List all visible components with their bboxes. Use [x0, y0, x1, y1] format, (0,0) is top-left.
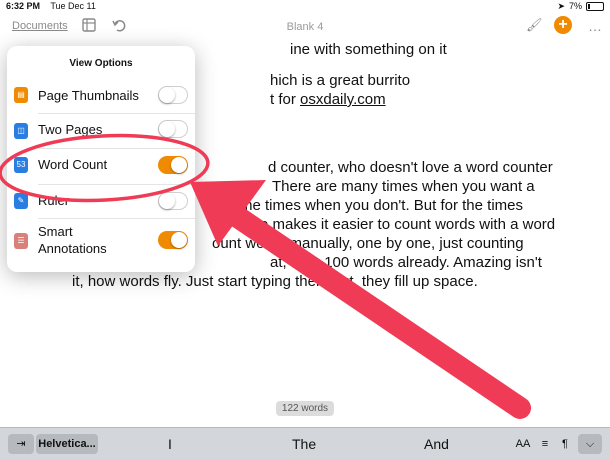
keyboard-shortcut-bar: ⇥ Helvetica... I The And AA ≡ ¶ ⌵ [0, 427, 610, 459]
word-count-icon: 53 [14, 157, 28, 173]
option-label: Word Count [38, 157, 108, 172]
ruler-toggle[interactable] [158, 192, 188, 210]
doc-line: it, how words fly. Just start typing the… [72, 273, 478, 290]
battery-percent: 7% [568, 1, 582, 11]
page-thumbnails-toggle[interactable] [158, 86, 188, 104]
status-date: Tue Dec 11 [50, 1, 96, 11]
option-word-count[interactable]: 53 Word Count [7, 150, 195, 180]
two-pages-icon: ◫ [14, 123, 28, 139]
align-icon[interactable]: ≡ [536, 434, 554, 454]
page-thumbnails-icon: ▤ [14, 87, 28, 103]
doc-line: d counter, who doesn't love a word count… [268, 159, 553, 176]
option-ruler[interactable]: ✎ Ruler [7, 186, 195, 216]
doc-line: ine with something on it [290, 41, 447, 58]
font-button[interactable]: Helvetica... [36, 434, 98, 454]
view-options-popover: View Options ▤ Page Thumbnails ◫ Two Pag… [7, 46, 195, 272]
smart-annotations-icon: ☰ [14, 233, 28, 249]
option-label: Smart [38, 224, 73, 239]
smart-annotations-toggle[interactable] [158, 231, 188, 249]
ruler-icon: ✎ [14, 193, 28, 209]
suggestion-1[interactable]: I [168, 436, 172, 452]
doc-line: hich is a great burrito [270, 72, 411, 89]
battery-icon [586, 1, 604, 11]
option-label: Page Thumbnails [38, 88, 139, 103]
hide-keyboard-icon[interactable]: ⌵ [578, 434, 602, 454]
format-brush-icon[interactable]: 🖌 [526, 17, 543, 33]
option-smart-annotations[interactable]: ☰ Smart Annotations [7, 222, 195, 264]
tab-key[interactable]: ⇥ [8, 434, 34, 454]
doc-line: There are many times when you want a [272, 178, 535, 195]
doc-line: me times when you don't. But for the tim… [240, 197, 523, 214]
word-count-badge: 122 words [276, 401, 334, 416]
option-two-pages[interactable]: ◫ Two Pages [7, 116, 195, 146]
status-bar: 6:32 PM Tue Dec 11 ➤ 7% [0, 0, 610, 12]
text-size-button[interactable]: AA [512, 434, 534, 454]
doc-line: e makes it easier to count words with a … [260, 216, 556, 233]
popover-title: View Options [69, 58, 133, 69]
add-button[interactable]: + [554, 16, 572, 34]
doc-line: ount words manually, one by one, just co… [212, 235, 524, 252]
word-count-toggle[interactable] [158, 156, 188, 174]
option-label-line2: Annotations [38, 241, 107, 256]
document-toolbar: Documents Blank 4 [0, 12, 610, 42]
suggestion-3[interactable]: And [424, 436, 449, 452]
doc-link[interactable]: osxdaily.com [300, 91, 386, 108]
option-page-thumbnails[interactable]: ▤ Page Thumbnails [7, 80, 195, 110]
doc-line: at, over 100 words already. Amazing isn'… [270, 254, 542, 271]
more-icon[interactable]: … [588, 18, 602, 34]
option-label: Ruler [38, 193, 70, 208]
two-pages-toggle[interactable] [158, 120, 188, 138]
location-icon: ➤ [557, 0, 565, 11]
doc-line: t for osxdaily.com [270, 90, 592, 109]
paragraph-icon[interactable]: ¶ [556, 434, 574, 454]
document-title: Blank 4 [286, 21, 324, 33]
suggestion-2[interactable]: The [292, 436, 316, 452]
option-label: Two Pages [38, 122, 103, 137]
status-time: 6:32 PM [6, 1, 41, 11]
doc-text-span: t for [270, 91, 296, 108]
